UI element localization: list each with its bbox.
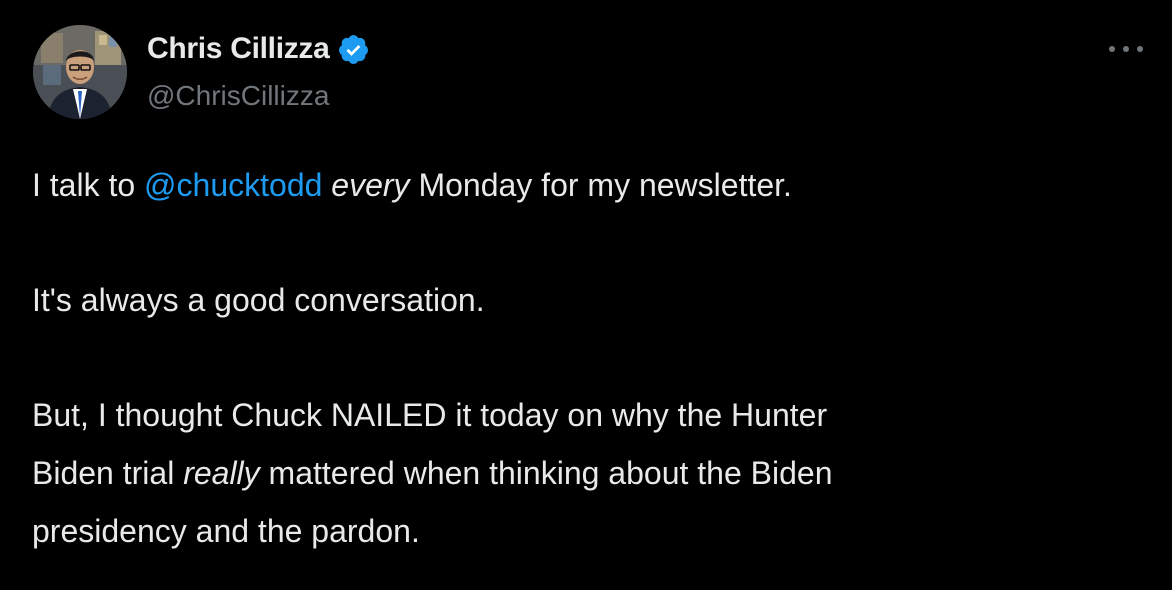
tweet-text: Monday for my newsletter. bbox=[409, 167, 792, 203]
verified-badge-icon bbox=[337, 33, 370, 66]
tweet-text: mattered when thinking about the Biden bbox=[259, 455, 833, 491]
ellipsis-icon bbox=[1109, 46, 1115, 52]
mention-link[interactable]: @chucktodd bbox=[144, 167, 322, 203]
ellipsis-icon bbox=[1137, 46, 1143, 52]
author-name-row: Chris Cillizza bbox=[147, 31, 370, 67]
tweet-text-line: But, I thought Chuck NAILED it today on … bbox=[32, 397, 828, 433]
more-options-button[interactable] bbox=[1109, 40, 1143, 58]
tweet-text: I talk to bbox=[32, 167, 145, 203]
author-display-name[interactable]: Chris Cillizza bbox=[147, 32, 330, 66]
avatar-image bbox=[33, 25, 127, 119]
author-handle[interactable]: @ChrisCillizza bbox=[147, 80, 329, 112]
tweet-card: Chris Cillizza @ChrisCillizza I talk to … bbox=[0, 0, 1172, 590]
tweet-text-line: I talk to @chucktodd every Monday for my… bbox=[32, 156, 1132, 214]
tweet-text-line: It's always a good conversation. bbox=[32, 282, 485, 318]
ellipsis-icon bbox=[1123, 46, 1129, 52]
tweet-text-line: presidency and the pardon. bbox=[32, 513, 420, 549]
tweet-text-line: Biden trial really mattered when thinkin… bbox=[32, 444, 1132, 502]
avatar[interactable] bbox=[33, 25, 127, 119]
emphasis-text: really bbox=[183, 455, 260, 491]
tweet-text: Biden trial bbox=[32, 455, 184, 491]
emphasis-text: every bbox=[331, 167, 410, 203]
